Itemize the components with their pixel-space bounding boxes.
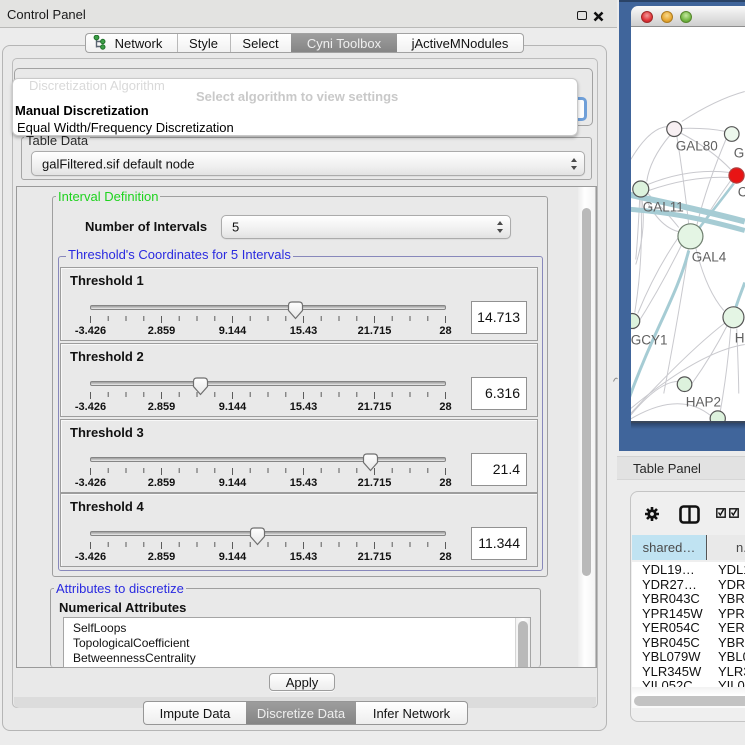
svg-text:HAP2: HAP2 [686, 395, 721, 410]
svg-text:G: G [734, 146, 745, 161]
svg-text:GCY1: GCY1 [631, 333, 668, 348]
svg-text:GAL4: GAL4 [692, 250, 727, 265]
svg-text:GAL80: GAL80 [676, 139, 718, 154]
svg-text:C: C [738, 185, 745, 200]
svg-text:H: H [735, 331, 745, 346]
svg-text:GAL11: GAL11 [643, 200, 684, 215]
